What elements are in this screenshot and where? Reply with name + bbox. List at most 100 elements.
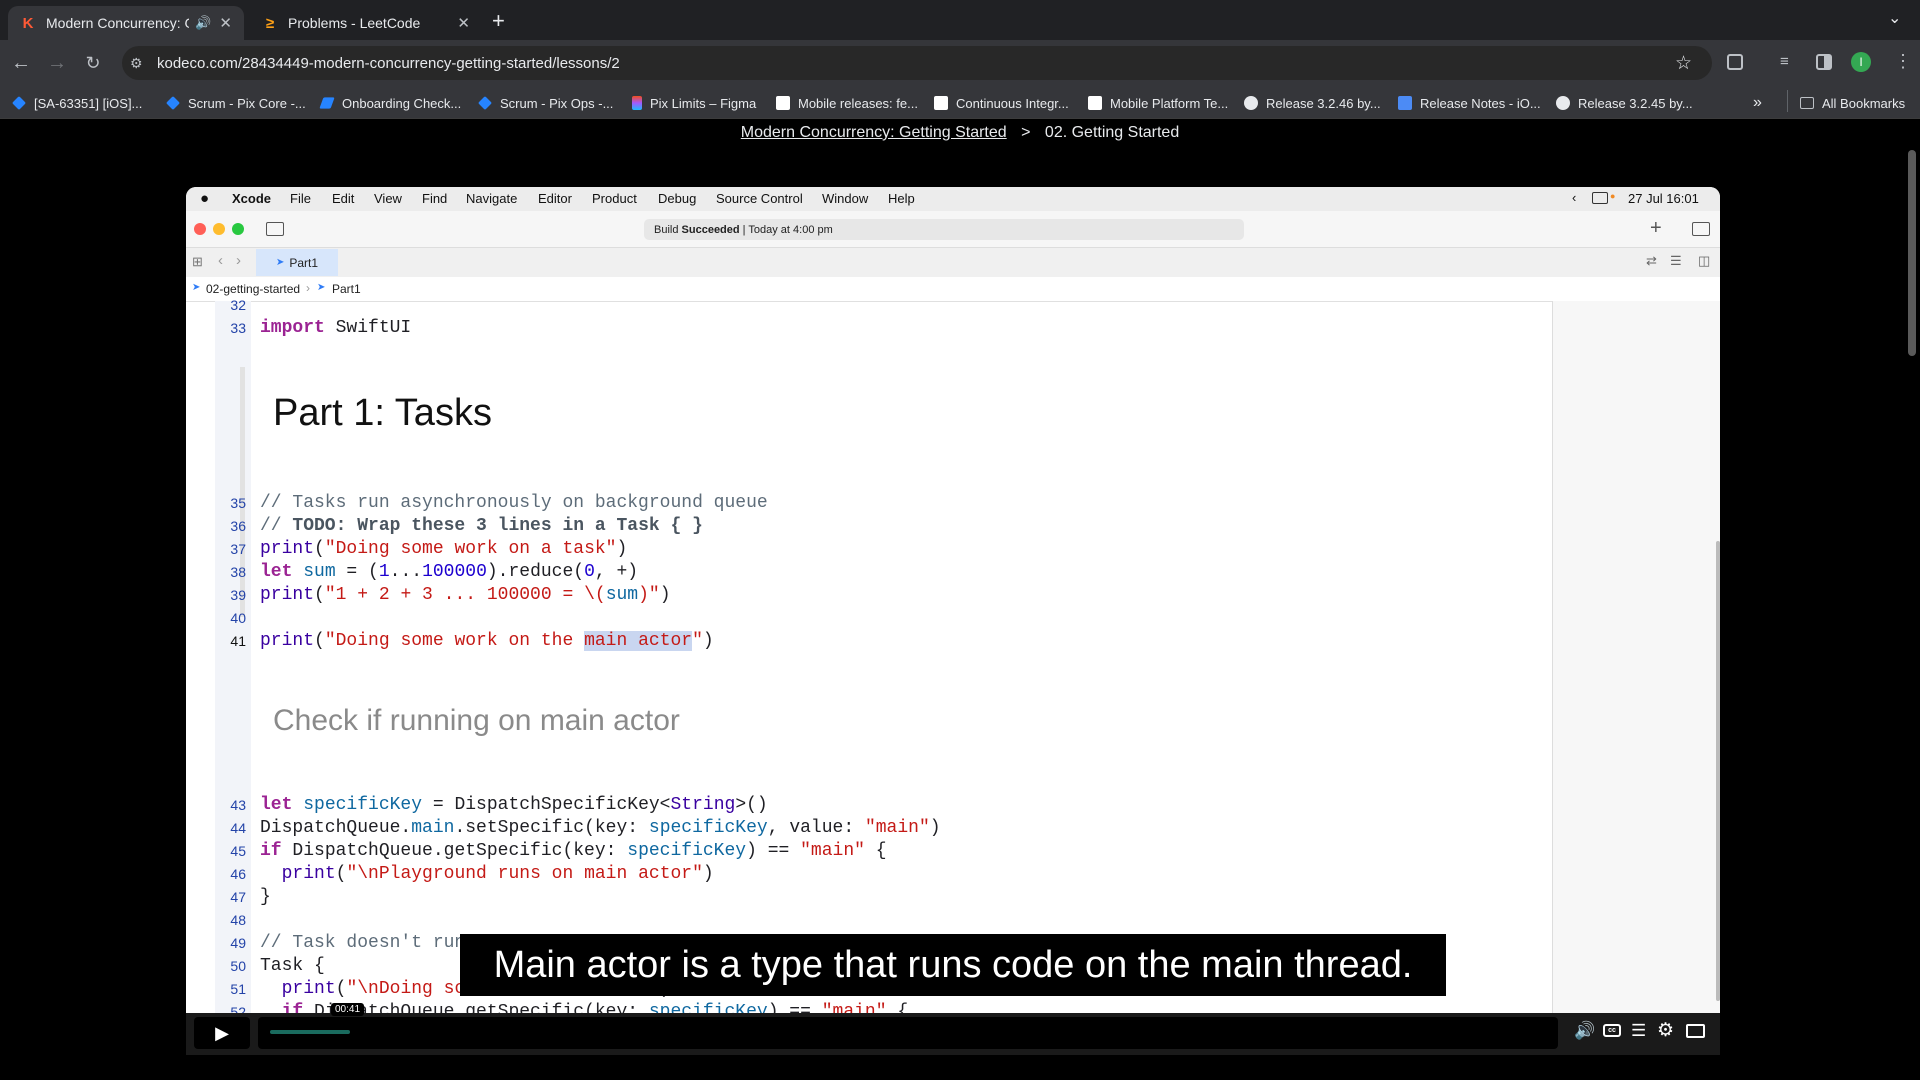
line-number: 47 xyxy=(230,889,246,905)
build-status: Build Succeeded | Today at 4:00 pm xyxy=(644,219,1244,240)
seek-bar-track[interactable] xyxy=(258,1017,1558,1049)
tab-search-icon[interactable]: ⌄ xyxy=(1888,8,1901,28)
inspector-toggle-icon xyxy=(1692,222,1710,236)
seek-time-tooltip: 00:41 xyxy=(331,1003,365,1016)
control-center-icon xyxy=(1592,192,1608,204)
jira-icon xyxy=(12,96,26,110)
back-nav-icon: ‹ xyxy=(218,252,223,269)
bookmarks-divider xyxy=(1787,90,1788,112)
all-bookmarks-button[interactable]: All Bookmarks xyxy=(1800,93,1905,113)
forward-nav-icon: › xyxy=(236,252,241,269)
tab-title: Problems - LeetCode xyxy=(288,15,421,31)
code-line: DispatchQueue.main.setSpecific(key: spec… xyxy=(260,818,941,838)
speaker-icon[interactable]: 🔊 xyxy=(195,15,211,31)
jump-bar-folder: 02-getting-started xyxy=(206,282,301,296)
code-line: // Tasks run asynchronously on backgroun… xyxy=(260,493,768,513)
line-number: 35 xyxy=(230,495,246,511)
captions-icon[interactable]: cc xyxy=(1603,1024,1621,1037)
reload-icon[interactable]: ↻ xyxy=(80,50,106,76)
minimize-window-icon xyxy=(213,223,225,235)
bookmark-item[interactable]: Release 3.2.46 by... xyxy=(1244,93,1381,113)
code-line: let specificKey = DispatchSpecificKey<St… xyxy=(260,795,768,815)
tab-modern-concurrency[interactable]: K Modern Concurrency: Ge 🔊 ✕ xyxy=(8,6,244,40)
github-icon xyxy=(1556,96,1570,110)
chevron-left-icon: ‹ xyxy=(1572,190,1577,205)
code-line: Task { xyxy=(260,956,325,976)
back-icon[interactable]: ← xyxy=(8,50,34,76)
refresh-icon: ⇄ xyxy=(1646,253,1657,268)
menu-clock: 27 Jul 16:01 xyxy=(1628,191,1699,206)
line-number: 38 xyxy=(230,564,246,580)
tab-leetcode[interactable]: ≥ Problems - LeetCode ✕ xyxy=(250,6,482,40)
swift-icon: ➤ xyxy=(192,282,201,293)
menu-view: View xyxy=(374,191,402,206)
bookmark-item[interactable]: [SA-63351] [iOS]... xyxy=(12,93,142,113)
side-panel-icon[interactable] xyxy=(1816,54,1832,70)
close-window-icon xyxy=(194,223,206,235)
recording-dot-icon: ● xyxy=(1610,191,1616,201)
extensions-icon[interactable] xyxy=(1727,54,1743,70)
site-info-icon[interactable]: ⚙ xyxy=(130,55,143,72)
leetcode-icon: ≥ xyxy=(265,14,275,32)
code-line: } xyxy=(260,887,271,907)
bookmark-item[interactable]: Scrum - Pix Ops -... xyxy=(478,93,613,113)
line-number: 46 xyxy=(230,866,246,882)
line-number: 48 xyxy=(230,912,246,928)
bookmark-item[interactable]: Scrum - Pix Core -... xyxy=(166,93,306,113)
picture-in-picture-icon[interactable] xyxy=(1686,1024,1705,1038)
code-line: // Task doesn't run xyxy=(260,933,466,953)
menu-xcode: Xcode xyxy=(232,191,272,206)
bookmark-item[interactable]: Onboarding Check... xyxy=(319,93,461,113)
bookmark-item[interactable]: Pix Limits – Figma xyxy=(632,93,756,113)
swift-icon: ➤ xyxy=(317,282,326,293)
bookmark-item[interactable]: Continuous Integr... xyxy=(934,93,1069,113)
bookmark-item[interactable]: Mobile releases: fe... xyxy=(776,93,918,113)
profile-avatar[interactable]: I xyxy=(1851,52,1871,72)
kodeco-icon: K xyxy=(22,14,34,32)
play-button[interactable]: ▶ xyxy=(194,1017,250,1049)
zoom-window-icon xyxy=(232,223,244,235)
github-icon xyxy=(1244,96,1258,110)
markup-heading: Part 1: Tasks xyxy=(273,392,492,434)
notion-icon xyxy=(934,96,948,110)
line-number: 32 xyxy=(230,297,246,313)
swift-icon: ➤ xyxy=(275,257,285,268)
line-number: 49 xyxy=(230,935,246,951)
bookmark-item[interactable]: Release 3.2.45 by... xyxy=(1556,93,1693,113)
course-link[interactable]: Modern Concurrency: Getting Started xyxy=(741,124,1007,141)
editor-scrollbar xyxy=(1716,541,1720,1001)
split-editor-icon: ◫ xyxy=(1698,253,1711,268)
close-tab-icon[interactable]: ✕ xyxy=(457,14,470,32)
more-bookmarks-button[interactable]: » xyxy=(1753,93,1762,113)
google-docs-icon xyxy=(1398,96,1412,110)
settings-icon[interactable]: ⚙ xyxy=(1657,1019,1674,1042)
line-number: 33 xyxy=(230,320,246,336)
page-scrollbar[interactable] xyxy=(1908,150,1916,356)
video-player[interactable]: ● Xcode File Edit View Find Navigate Edi… xyxy=(186,187,1720,1055)
line-number: 41 xyxy=(230,633,246,649)
forward-icon[interactable]: → xyxy=(44,50,70,76)
code-line: // TODO: Wrap these 3 lines in a Task { … xyxy=(260,516,703,536)
line-number: 43 xyxy=(230,797,246,813)
close-tab-icon[interactable]: ✕ xyxy=(219,14,232,32)
menu-find: Find xyxy=(422,191,448,206)
code-line: let sum = (1...100000).reduce(0, +) xyxy=(260,562,639,582)
bookmark-item[interactable]: Release Notes - iO... xyxy=(1398,93,1541,113)
folder-icon xyxy=(1800,97,1814,109)
bookmark-item[interactable]: Mobile Platform Te... xyxy=(1088,93,1228,113)
minimap xyxy=(1552,301,1720,1049)
tab-title: Modern Concurrency: Ge xyxy=(46,15,190,31)
media-controls-icon[interactable]: ≡ xyxy=(1780,53,1789,70)
chevron-right-icon: › xyxy=(306,281,310,295)
markup-subheading: Check if running on main actor xyxy=(273,704,680,737)
jira-icon xyxy=(478,96,492,110)
bookmark-star-icon[interactable]: ☆ xyxy=(1675,52,1692,75)
menu-editor: Editor xyxy=(538,191,572,206)
url-text[interactable]: kodeco.com/28434449-modern-concurrency-g… xyxy=(157,55,620,72)
jump-bar: ➤ 02-getting-started › ➤ Part1 xyxy=(186,277,1720,302)
transcript-icon[interactable]: ☰ xyxy=(1631,1021,1646,1041)
volume-icon[interactable]: 🔊 xyxy=(1574,1021,1595,1041)
new-tab-button[interactable]: + xyxy=(492,8,505,34)
xcode-tab-bar: ⊞ ‹ › ➤ Part1 ⇄ ☰ ◫ xyxy=(186,247,1720,278)
more-menu-icon[interactable]: ⋮ xyxy=(1894,51,1912,72)
